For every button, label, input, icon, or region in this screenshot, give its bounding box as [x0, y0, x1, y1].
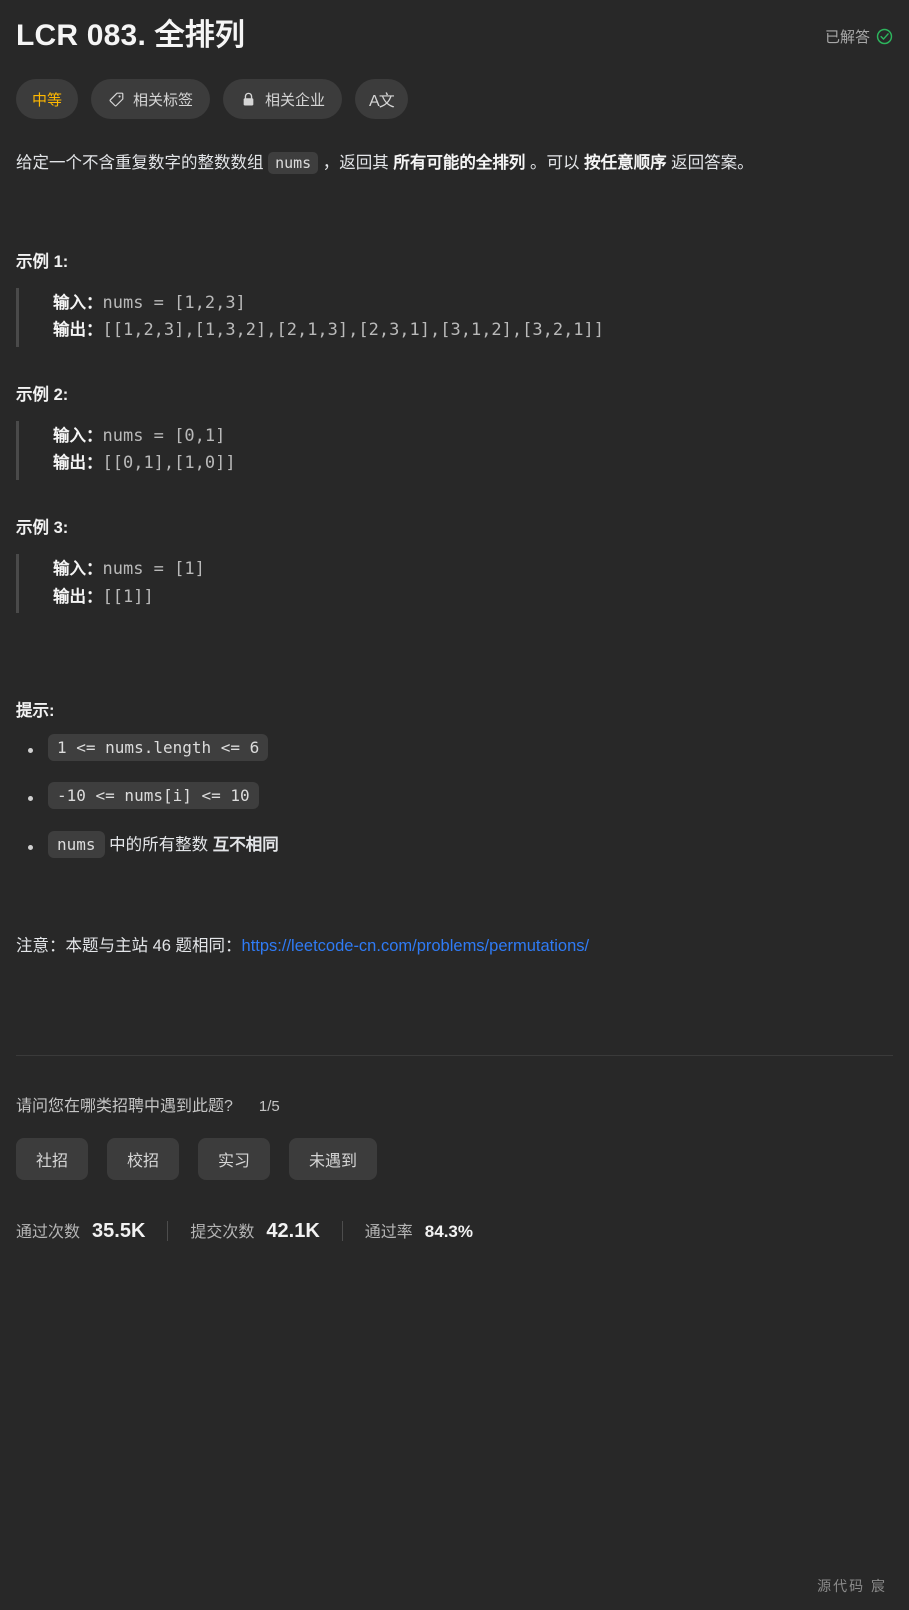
inline-code-nums: nums — [268, 152, 319, 174]
example-input-line: 输入：nums = [0,1] — [53, 423, 893, 451]
example-input-value: nums = [1,2,3] — [102, 292, 246, 313]
hint-code: nums — [48, 830, 105, 858]
survey-progress: 1/5 — [258, 1098, 280, 1116]
stat-accepted[interactable]: 通过次数 35.5K — [16, 1218, 145, 1243]
watermark: 源代码 宸 — [817, 1578, 887, 1594]
example-input-label: 输入： — [53, 560, 103, 578]
description-text-3: 。可以 — [525, 154, 585, 172]
stats-footer: 通过次数 35.5K 提交次数 42.1K 通过率 84.3% — [16, 1218, 893, 1261]
example-output-value: [[1]] — [102, 586, 154, 607]
stat-separator — [167, 1220, 169, 1241]
related-topics-button[interactable]: 相关标签 — [91, 79, 211, 119]
difficulty-badge[interactable]: 中等 — [16, 79, 79, 119]
example-block: 输入：nums = [1] 输出：[[1]] — [16, 554, 893, 614]
check-circle-icon — [876, 28, 893, 45]
example-output-line: 输出：[[0,1],[1,0]] — [53, 450, 893, 478]
survey-option-weiyudao[interactable]: 未遇到 — [289, 1138, 378, 1181]
list-item: -10 <= nums[i] <= 10 — [16, 782, 893, 810]
example-title: 示例 1: — [16, 252, 69, 271]
hint-bold: 互不相同 — [212, 835, 279, 854]
source-problem-link[interactable]: https://leetcode-cn.com/problems/permuta… — [242, 937, 590, 955]
hints-section: 提示: 1 <= nums.length <= 6 -10 <= nums[i]… — [16, 697, 893, 858]
example-input-label: 输入： — [53, 293, 103, 312]
example-section-2: 示例 2: 输入：nums = [0,1] 输出：[[0,1],[1,0]] — [16, 381, 893, 480]
translate-button[interactable]: A文 — [355, 79, 408, 119]
example-output-value: [[1,2,3],[1,3,2],[2,1,3],[2,3,1],[3,1,2]… — [102, 320, 605, 341]
translate-icon: A文 — [369, 93, 395, 110]
stat-label: 通过次数 — [16, 1224, 81, 1242]
example-block: 输入：nums = [1,2,3] 输出：[[1,2,3],[1,3,2],[2… — [16, 287, 893, 347]
survey-option-xiaozhao[interactable]: 校招 — [107, 1138, 180, 1181]
status-label: 已解答 — [824, 29, 870, 46]
stat-value: 42.1K — [266, 1220, 320, 1243]
example-output-value: [[0,1],[1,0]] — [102, 453, 236, 474]
description-bold-2: 按任意顺序 — [584, 154, 667, 172]
survey-options: 社招 校招 实习 未遇到 — [16, 1138, 893, 1181]
example-section-3: 示例 3: 输入：nums = [1] 输出：[[1]] — [16, 514, 893, 614]
example-block: 输入：nums = [0,1] 输出：[[0,1],[1,0]] — [16, 420, 893, 480]
problem-description: 给定一个不含重复数字的整数数组 nums ，返回其 所有可能的全排列 。可以 按… — [16, 149, 893, 177]
example-input-line: 输入：nums = [1,2,3] — [53, 290, 893, 318]
hints-title: 提示: — [16, 702, 55, 721]
stat-separator — [341, 1220, 343, 1241]
divider — [16, 1055, 893, 1057]
example-output-label: 输出： — [53, 454, 103, 473]
example-output-label: 输出： — [53, 587, 103, 606]
related-companies-button[interactable]: 相关企业 — [223, 79, 343, 119]
problem-page: LCR 083. 全排列 已解答 中等 相关标签 相关企业 A文 给定一个不含重… — [0, 0, 909, 1610]
note-prefix: 注意：本题与主站 46 题相同： — [16, 937, 242, 956]
stat-submissions[interactable]: 提交次数 42.1K — [190, 1218, 319, 1243]
related-companies-label: 相关企业 — [265, 91, 326, 109]
description-text-1: 给定一个不含重复数字的整数数组 — [16, 154, 269, 172]
example-input-line: 输入：nums = [1] — [53, 556, 893, 584]
header: LCR 083. 全排列 已解答 — [16, 0, 893, 55]
list-item: nums 中的所有整数 互不相同 — [16, 830, 893, 858]
description-text-4: 返回答案。 — [666, 154, 754, 172]
example-input-value: nums = [0,1] — [102, 425, 226, 446]
example-input-label: 输入： — [53, 426, 103, 445]
lock-icon — [243, 92, 254, 105]
page-title: LCR 083. 全排列 — [16, 19, 246, 52]
note-section: 注意：本题与主站 46 题相同：https://leetcode-cn.com/… — [16, 932, 893, 960]
status-badge: 已解答 — [825, 16, 893, 47]
tag-icon — [109, 92, 124, 106]
example-input-value: nums = [1] — [102, 559, 205, 579]
survey-question: 请问您在哪类招聘中遇到此题? — [16, 1098, 233, 1116]
hint-code: 1 <= nums.length <= 6 — [48, 734, 269, 762]
difficulty-label: 中等 — [32, 91, 63, 109]
stat-label: 提交次数 — [190, 1224, 255, 1242]
description-text-2: ，返回其 — [318, 154, 394, 172]
hint-code: -10 <= nums[i] <= 10 — [48, 782, 259, 810]
example-output-line: 输出：[[1]] — [53, 584, 893, 612]
survey-option-shezhao[interactable]: 社招 — [16, 1138, 89, 1181]
survey-question-row: 请问您在哪类招聘中遇到此题? 1/5 — [16, 1092, 893, 1116]
hints-list: 1 <= nums.length <= 6 -10 <= nums[i] <= … — [16, 734, 893, 858]
list-item: 1 <= nums.length <= 6 — [16, 734, 893, 762]
stat-value: 84.3% — [424, 1222, 473, 1242]
tag-pill-row: 中等 相关标签 相关企业 A文 — [16, 79, 893, 119]
survey-option-shixi[interactable]: 实习 — [198, 1138, 271, 1181]
example-title: 示例 3: — [16, 519, 69, 537]
example-output-line: 输出：[[1,2,3],[1,3,2],[2,1,3],[2,3,1],[3,1… — [53, 317, 893, 345]
example-title: 示例 2: — [16, 385, 69, 404]
description-bold-1: 所有可能的全排列 — [393, 154, 526, 172]
related-topics-label: 相关标签 — [133, 91, 194, 109]
stat-label: 通过率 — [364, 1224, 413, 1242]
example-section-1: 示例 1: 输入：nums = [1,2,3] 输出：[[1,2,3],[1,3… — [16, 248, 893, 347]
stat-acceptance-rate[interactable]: 通过率 84.3% — [365, 1218, 473, 1242]
hint-text: 中的所有整数 — [104, 835, 213, 854]
stat-value: 35.5K — [92, 1220, 146, 1243]
example-output-label: 输出： — [53, 321, 103, 340]
